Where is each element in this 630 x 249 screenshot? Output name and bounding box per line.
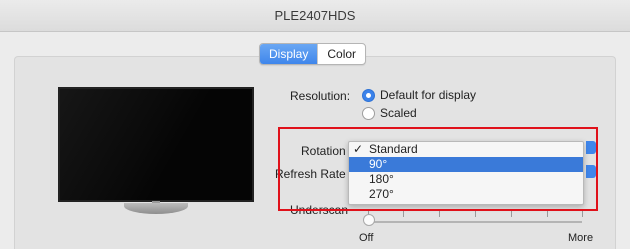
tab-color[interactable]: Color <box>317 44 365 64</box>
resolution-default-option[interactable]: Default for display <box>362 88 476 102</box>
annotation-highlight-box <box>278 127 598 211</box>
slider-tick <box>475 211 476 217</box>
underscan-off-label: Off <box>359 232 374 244</box>
window-titlebar: PLE2407HDS <box>0 0 630 32</box>
resolution-default-label: Default for display <box>380 88 477 102</box>
slider-tick <box>582 211 583 217</box>
resolution-scaled-option[interactable]: Scaled <box>362 106 417 120</box>
resolution-label: Resolution: <box>290 89 351 103</box>
slider-tick <box>439 211 440 217</box>
underscan-more-label: More <box>568 232 594 244</box>
radio-unselected-icon[interactable] <box>362 106 375 120</box>
underscan-slider-track[interactable] <box>368 221 582 223</box>
monitor-image <box>58 87 254 202</box>
monitor-screen-sheen <box>60 89 252 200</box>
tab-display[interactable]: Display <box>260 44 318 64</box>
slider-tick <box>511 211 512 217</box>
slider-tick <box>403 211 404 217</box>
underscan-slider-knob[interactable] <box>363 214 375 226</box>
slider-tick <box>547 211 548 217</box>
window-title: PLE2407HDS <box>274 8 356 23</box>
resolution-scaled-label: Scaled <box>380 106 417 120</box>
segmented-tabs: Display Color <box>259 43 367 65</box>
radio-selected-icon[interactable] <box>362 88 375 102</box>
